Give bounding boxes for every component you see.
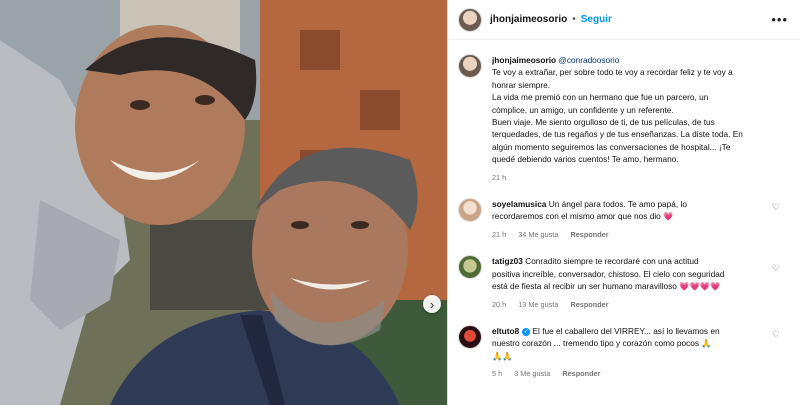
caption-line: Buen viaje. Me siento orgulloso de ti, d… xyxy=(492,117,715,128)
post-photo[interactable]: › xyxy=(0,0,447,405)
chevron-right-icon: › xyxy=(429,296,435,312)
reply-button[interactable]: Responder xyxy=(570,230,608,239)
caption-time: 21 h xyxy=(492,172,507,182)
commenter-username[interactable]: soyelamusica xyxy=(492,199,546,209)
comment-item: tatigz03 Conradito siempre te recordaré … xyxy=(458,255,790,311)
heart-outline-icon[interactable]: ♡ xyxy=(772,263,780,274)
comment-likes[interactable]: 3 Me gusta xyxy=(514,369,550,378)
caption-line: Te voy a extrañar, per sobre todo te voy… xyxy=(492,67,733,78)
follow-button[interactable]: Seguir xyxy=(581,14,612,25)
comment-item: eltuto8 ✓ El fue el caballero del VIRREY.… xyxy=(458,324,790,381)
caption-line: cómplice, un amigo, un confidente y un r… xyxy=(492,104,674,115)
comment-likes[interactable]: 13 Me gusta xyxy=(518,300,558,309)
comment-time: 5 h xyxy=(492,369,503,379)
caption-avatar[interactable] xyxy=(458,54,482,78)
commenter-username[interactable]: tatigz03 xyxy=(492,256,523,266)
comments-section: jhonjaimeosorio @conradoosorio Te voy a … xyxy=(448,40,800,381)
post-header: jhonjaimeosorio • Seguir ••• xyxy=(448,0,800,40)
comment-time: 20 h xyxy=(492,299,507,309)
more-options-icon[interactable]: ••• xyxy=(771,12,788,27)
reply-button[interactable]: Responder xyxy=(562,369,600,378)
commenter-username[interactable]: eltuto8 xyxy=(492,326,519,336)
commenter-avatar[interactable] xyxy=(458,324,482,349)
comment-likes[interactable]: 34 Me gusta xyxy=(518,230,558,239)
comment-text: está de fiesta al recibir un ser humano … xyxy=(492,281,721,292)
comment-time: 21 h xyxy=(492,229,507,239)
caption-line: La vida me premió con un hermano que fue… xyxy=(492,92,709,103)
caption-username[interactable]: jhonjaimeosorio xyxy=(492,55,556,65)
commenter-avatar[interactable] xyxy=(458,255,482,280)
commenter-avatar[interactable] xyxy=(458,198,482,223)
comment-text: El fue el caballero del VIRREY... así lo… xyxy=(532,325,720,336)
comment-text: Conradito siempre te recordaré con una a… xyxy=(525,256,699,267)
header-separator: • xyxy=(572,14,576,25)
next-photo-button[interactable]: › xyxy=(423,295,441,313)
comment-text: positiva increíble, conversador, chistos… xyxy=(492,268,725,279)
post-side-panel: jhonjaimeosorio • Seguir ••• jhonjaimeos… xyxy=(447,0,800,405)
caption-line: honrar siempre. xyxy=(492,79,551,90)
instagram-post: › jhonjaimeosorio • Seguir ••• jhonjaime… xyxy=(0,0,800,405)
comment-item: soyelamusica Un ángel para todos. Te amo… xyxy=(458,198,790,241)
author-username[interactable]: jhonjaimeosorio xyxy=(490,14,567,25)
caption-line: terquedades, de tus regaños y de tus ens… xyxy=(492,129,743,140)
caption-mention[interactable]: @conradoosorio xyxy=(558,55,619,65)
caption-line: algún momento seguiremos las conversacio… xyxy=(492,141,731,152)
author-avatar[interactable] xyxy=(458,7,482,32)
heart-outline-icon[interactable]: ♡ xyxy=(772,329,780,340)
verified-badge-icon: ✓ xyxy=(522,327,531,336)
comment-text: 🙏🙏 xyxy=(492,350,513,361)
reply-button[interactable]: Responder xyxy=(570,300,608,309)
comment-text: Un ángel para todos. Te amo papá, lo xyxy=(548,199,687,210)
comment-text: recordaremos con el mismo amor que nos d… xyxy=(492,211,674,222)
caption-line: quedé debiendo varios cuentos! Te amo, h… xyxy=(492,154,679,165)
selfie-image xyxy=(0,0,447,405)
heart-outline-icon[interactable]: ♡ xyxy=(772,202,780,213)
caption: jhonjaimeosorio @conradoosorio Te voy a … xyxy=(458,54,790,184)
comment-text: nuestro corazón ... tremendo tipo y cora… xyxy=(492,338,712,349)
